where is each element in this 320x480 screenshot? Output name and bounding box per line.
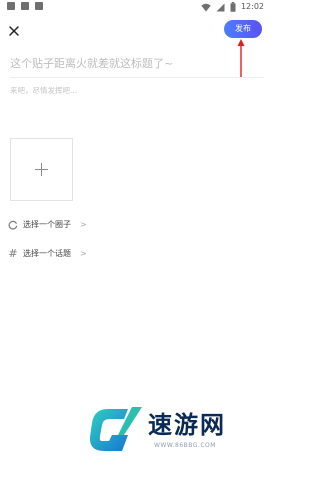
wifi-icon xyxy=(201,3,211,11)
system-icons: 12:02 xyxy=(201,1,264,13)
option-label: 选择一个圈子 xyxy=(23,220,71,229)
body-input[interactable]: 来吧，尽情发挥吧... xyxy=(10,85,250,97)
battery-icon xyxy=(230,2,236,12)
add-image-button[interactable] xyxy=(10,138,73,201)
logo-mark-icon xyxy=(89,407,142,451)
status-bar: 12:02 xyxy=(0,0,269,14)
notification-icon xyxy=(35,2,43,10)
hash-icon: # xyxy=(8,247,18,260)
chevron-right-icon: > xyxy=(80,220,87,229)
divider xyxy=(10,77,264,78)
select-circle-option[interactable]: 选择一个圈子 > xyxy=(8,218,87,232)
notification-icons xyxy=(7,2,43,10)
close-button[interactable] xyxy=(7,23,21,37)
select-topic-option[interactable]: # 选择一个话题 > xyxy=(8,247,87,261)
title-input[interactable]: 这个贴子距离火就差就这标题了~ xyxy=(10,56,250,72)
watermark-logo: 速游网 WWW.86BBG.COM xyxy=(88,405,258,459)
clock-time: 12:02 xyxy=(240,2,264,11)
notification-icon xyxy=(7,2,15,10)
chevron-right-icon: > xyxy=(80,249,87,258)
watermark-name: 速游网 xyxy=(148,411,226,439)
watermark-url: WWW.86BBG.COM xyxy=(154,442,216,449)
publish-button[interactable]: 发布 xyxy=(224,20,262,38)
circle-icon xyxy=(8,220,18,230)
notification-icon xyxy=(21,2,29,10)
close-icon xyxy=(9,26,19,36)
signal-icon xyxy=(216,3,225,11)
option-label: 选择一个话题 xyxy=(23,249,71,258)
